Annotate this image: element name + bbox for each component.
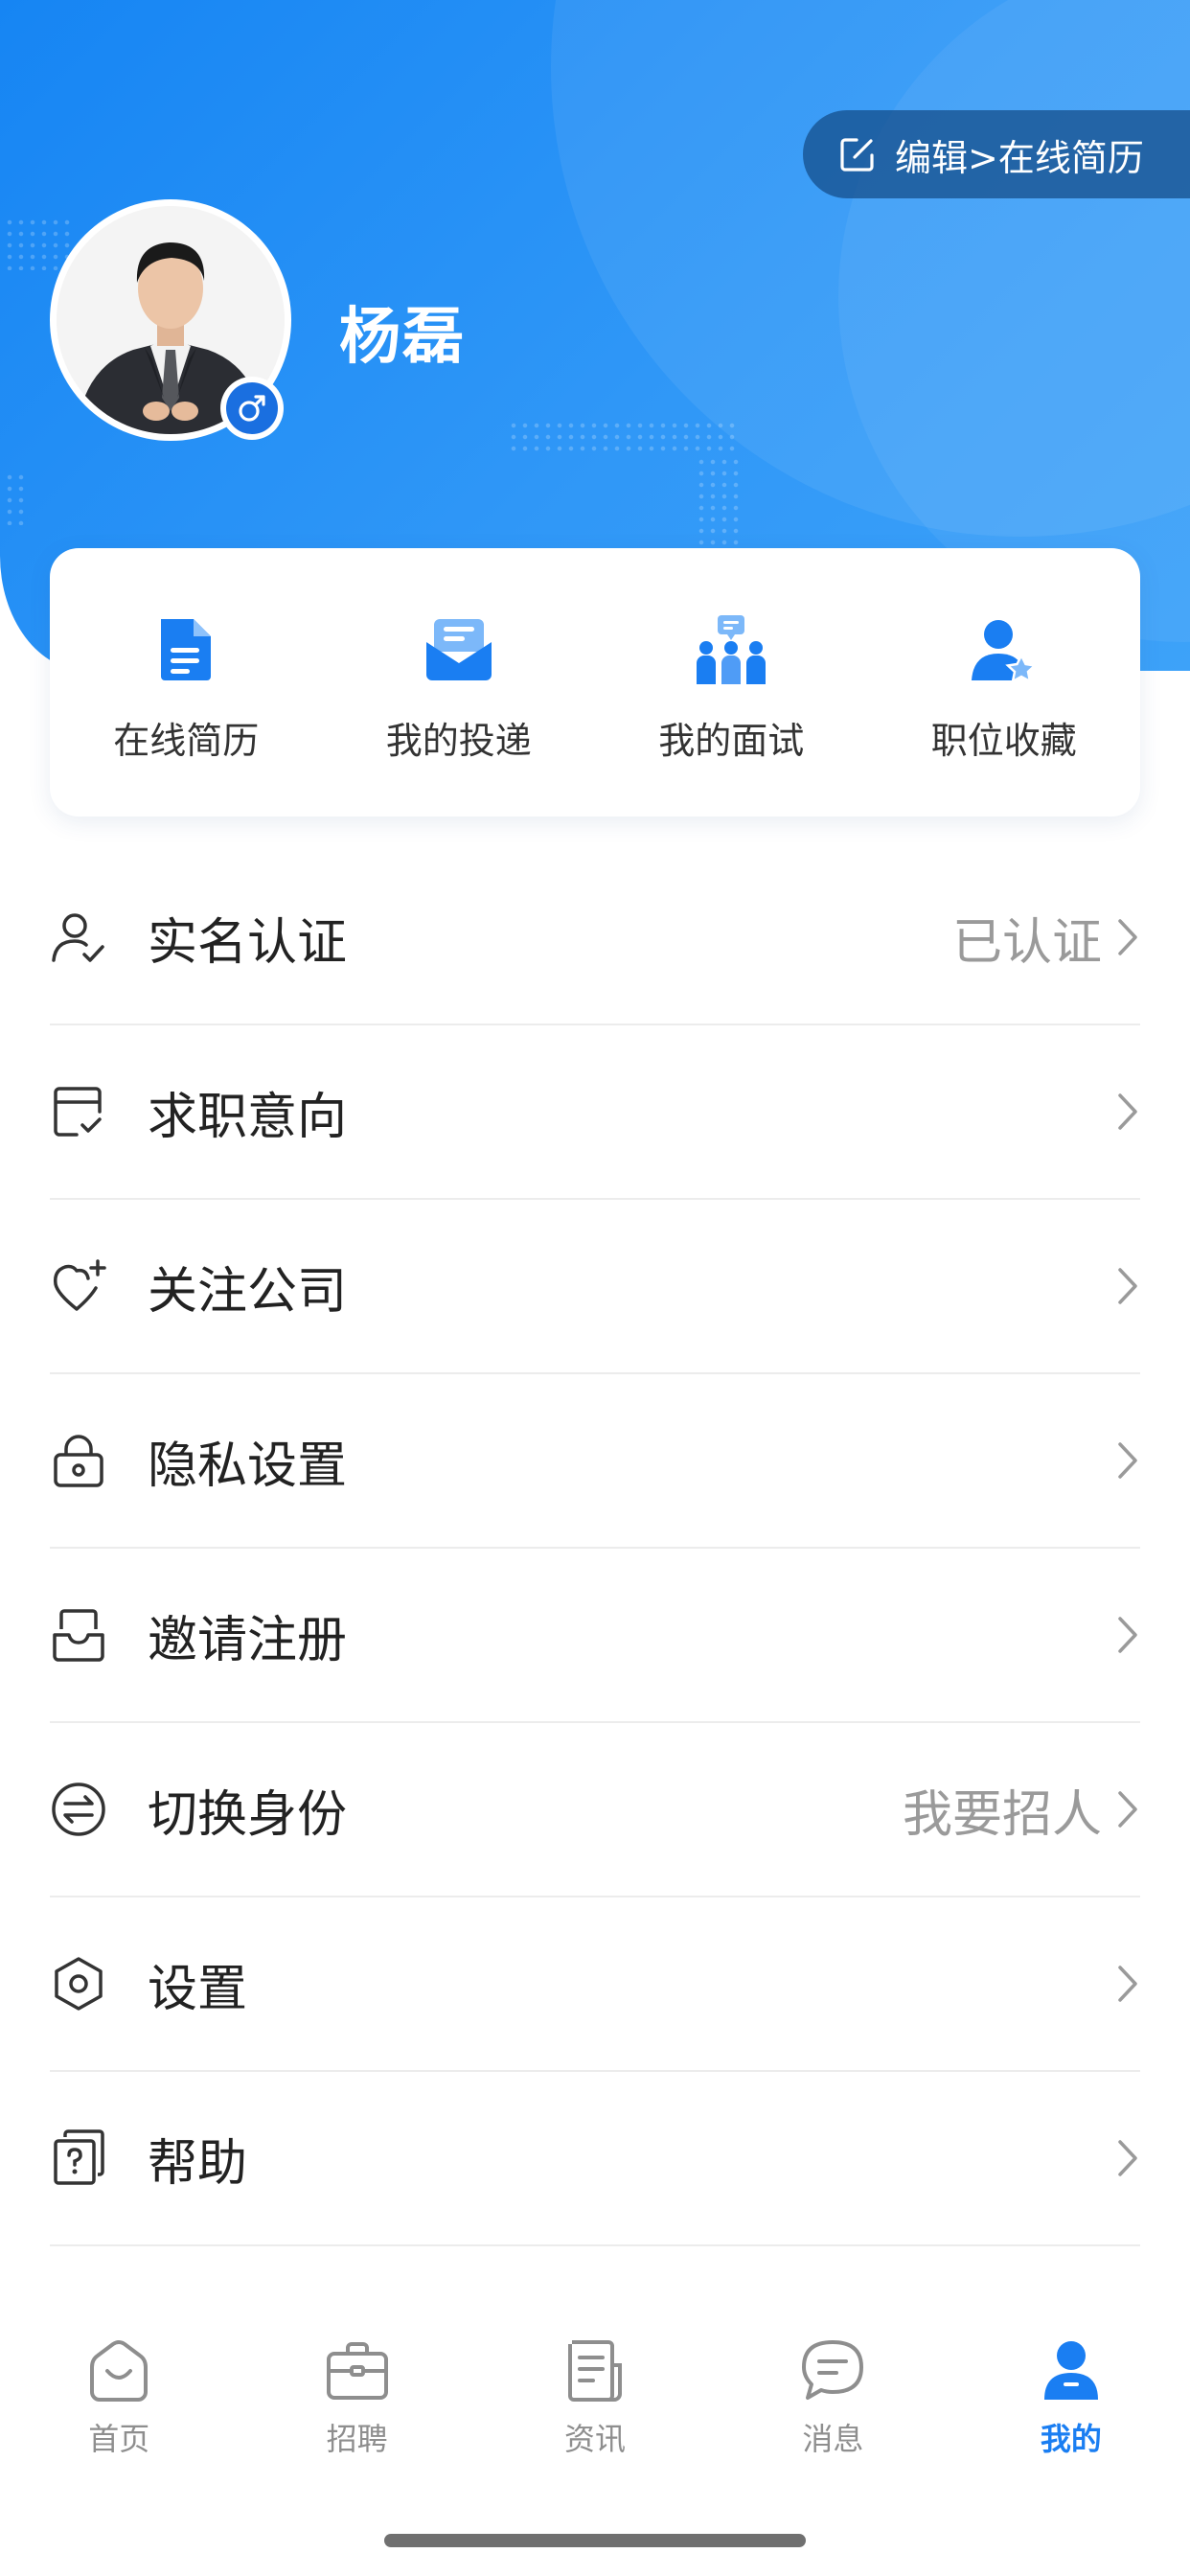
edit-resume-button[interactable]: 编辑>在线简历: [803, 110, 1190, 198]
menu-item-switch-identity[interactable]: 切换身份 我要招人: [50, 1723, 1140, 1898]
chevron-right-icon: [1118, 1093, 1137, 1130]
quick-action-my-interviews[interactable]: 我的面试: [595, 548, 868, 816]
menu-item-label: 设置: [148, 1960, 248, 2018]
header-dot-pattern: [508, 420, 738, 456]
quick-action-my-applications[interactable]: 我的投递: [323, 548, 596, 816]
calendar-check-icon: [54, 1087, 102, 1137]
quick-action-label: 在线简历: [113, 720, 260, 762]
menu-item-label: 求职意向: [148, 1088, 348, 1146]
switch-identity-value: 我要招人: [902, 1785, 1102, 1844]
quick-action-label: 职位收藏: [930, 720, 1077, 762]
chevron-right-icon: [1118, 1791, 1137, 1828]
settings-menu: 实名认证 已认证 求职意向 关注公司 隐私设置 邀请注册 切换身份 我要招人 设…: [50, 851, 1140, 2246]
inbox-icon: [53, 1609, 104, 1662]
menu-item-label: 邀请注册: [148, 1611, 348, 1669]
tab-messages[interactable]: 消息: [714, 2310, 951, 2482]
quick-action-favorite-jobs[interactable]: 职位收藏: [868, 548, 1141, 816]
gear-hex-icon: [55, 1957, 103, 2011]
chevron-right-icon: [1118, 1617, 1137, 1653]
edit-icon: [840, 138, 874, 172]
tab-label: 消息: [802, 2421, 864, 2457]
quick-action-label: 我的面试: [658, 720, 805, 762]
chat-icon: [802, 2340, 864, 2400]
menu-item-help[interactable]: 帮助: [50, 2072, 1140, 2246]
menu-item-label: 实名认证: [148, 913, 348, 972]
quick-action-online-resume[interactable]: 在线简历: [50, 548, 323, 816]
tab-label: 我的: [1040, 2421, 1102, 2457]
chevron-right-icon: [1118, 2140, 1137, 2176]
verification-status: 已认证: [951, 913, 1102, 972]
home-icon: [90, 2340, 149, 2402]
header-dot-pattern: [696, 456, 744, 548]
bottom-tab-bar: 首页 招聘 资讯 消息 我的: [0, 2310, 1190, 2482]
favorite-user-icon: [971, 620, 1038, 684]
gender-badge: [220, 377, 284, 440]
tab-profile[interactable]: 我的: [952, 2310, 1190, 2482]
menu-item-invite-register[interactable]: 邀请注册: [50, 1549, 1140, 1723]
menu-item-label: 帮助: [148, 2134, 248, 2193]
interview-icon: [697, 615, 767, 684]
tab-label: 首页: [88, 2421, 150, 2457]
menu-item-followed-companies[interactable]: 关注公司: [50, 1200, 1140, 1374]
tab-label: 招聘: [326, 2421, 388, 2457]
tab-label: 资讯: [564, 2421, 627, 2457]
menu-item-real-name-verification[interactable]: 实名认证 已认证: [50, 851, 1140, 1025]
quick-actions-card: 在线简历 我的投递 我的面试 职位收藏: [50, 548, 1140, 816]
edit-resume-label: 编辑>在线简历: [895, 136, 1144, 179]
menu-item-label: 隐私设置: [148, 1437, 348, 1495]
menu-item-privacy-settings[interactable]: 隐私设置: [50, 1374, 1140, 1549]
tab-home[interactable]: 首页: [0, 2310, 238, 2482]
chevron-right-icon: [1118, 1268, 1137, 1304]
user-name: 杨磊: [339, 302, 466, 373]
avatar[interactable]: [50, 199, 291, 441]
home-indicator[interactable]: [384, 2534, 806, 2547]
lock-icon: [54, 1435, 103, 1487]
envelope-icon: [425, 619, 492, 680]
resume-icon: [161, 619, 212, 680]
chevron-right-icon: [1118, 919, 1137, 955]
heart-plus-icon: [53, 1259, 106, 1311]
tab-news[interactable]: 资讯: [476, 2310, 714, 2482]
chevron-right-icon: [1118, 1966, 1137, 2002]
male-icon: [239, 395, 265, 422]
switch-icon: [52, 1782, 105, 1836]
profile-icon: [1043, 2341, 1098, 2400]
quick-action-label: 我的投递: [385, 720, 532, 762]
menu-item-settings[interactable]: 设置: [50, 1898, 1140, 2072]
news-icon: [568, 2340, 623, 2402]
briefcase-icon: [326, 2342, 388, 2400]
menu-item-label: 切换身份: [148, 1785, 348, 1844]
header-dot-pattern: [4, 472, 25, 525]
help-icon: [54, 2129, 104, 2185]
menu-item-label: 关注公司: [148, 1262, 348, 1321]
user-check-icon: [52, 913, 104, 962]
tab-recruitment[interactable]: 招聘: [238, 2310, 475, 2482]
chevron-right-icon: [1118, 1442, 1137, 1479]
menu-item-job-intention[interactable]: 求职意向: [50, 1025, 1140, 1200]
